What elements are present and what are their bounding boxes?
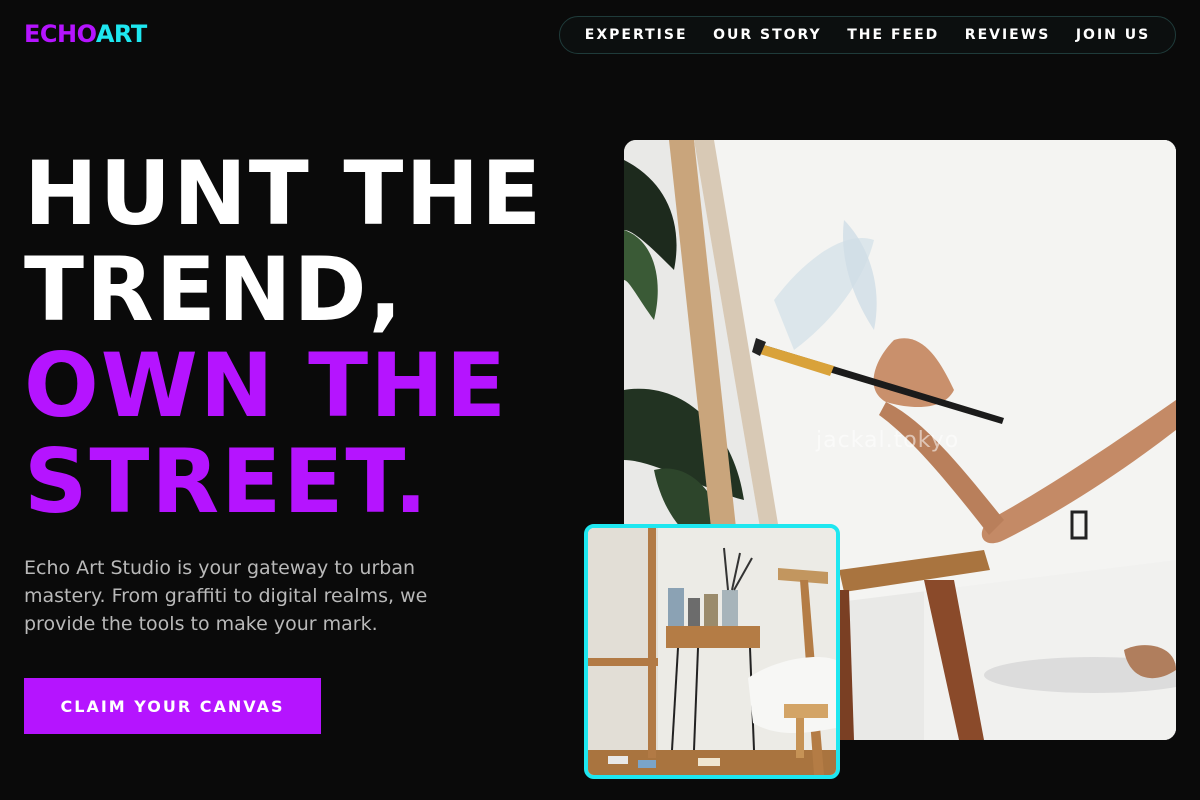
headline-line-1: HUNT THE <box>24 142 544 245</box>
landing-page: ECHOART EXPERTISE OUR STORY THE FEED REV… <box>0 0 1200 800</box>
headline-line-3: OWN THE <box>24 334 508 437</box>
inset-image-studio <box>584 524 840 779</box>
image-watermark: jackal.tokyo <box>816 428 960 453</box>
nav-link-join-us[interactable]: JOIN US <box>1076 27 1150 43</box>
nav-link-reviews[interactable]: REVIEWS <box>965 27 1050 43</box>
nav-link-the-feed[interactable]: THE FEED <box>847 27 939 43</box>
main-nav: EXPERTISE OUR STORY THE FEED REVIEWS JOI… <box>559 16 1176 54</box>
claim-canvas-button[interactable]: CLAIM YOUR CANVAS <box>24 678 321 734</box>
nav-link-expertise[interactable]: EXPERTISE <box>585 27 688 43</box>
headline-line-2: TREND, <box>24 238 405 341</box>
hero-description: Echo Art Studio is your gateway to urban… <box>24 557 428 635</box>
hero-headline: HUNT THE TREND, OWN THE STREET. <box>24 146 543 530</box>
logo-art: ART <box>95 20 147 48</box>
headline-line-4: STREET. <box>24 430 430 533</box>
nav-link-our-story[interactable]: OUR STORY <box>713 27 822 43</box>
studio-illustration <box>588 528 836 775</box>
logo[interactable]: ECHOART <box>24 20 147 48</box>
logo-echo: ECHO <box>24 20 96 48</box>
